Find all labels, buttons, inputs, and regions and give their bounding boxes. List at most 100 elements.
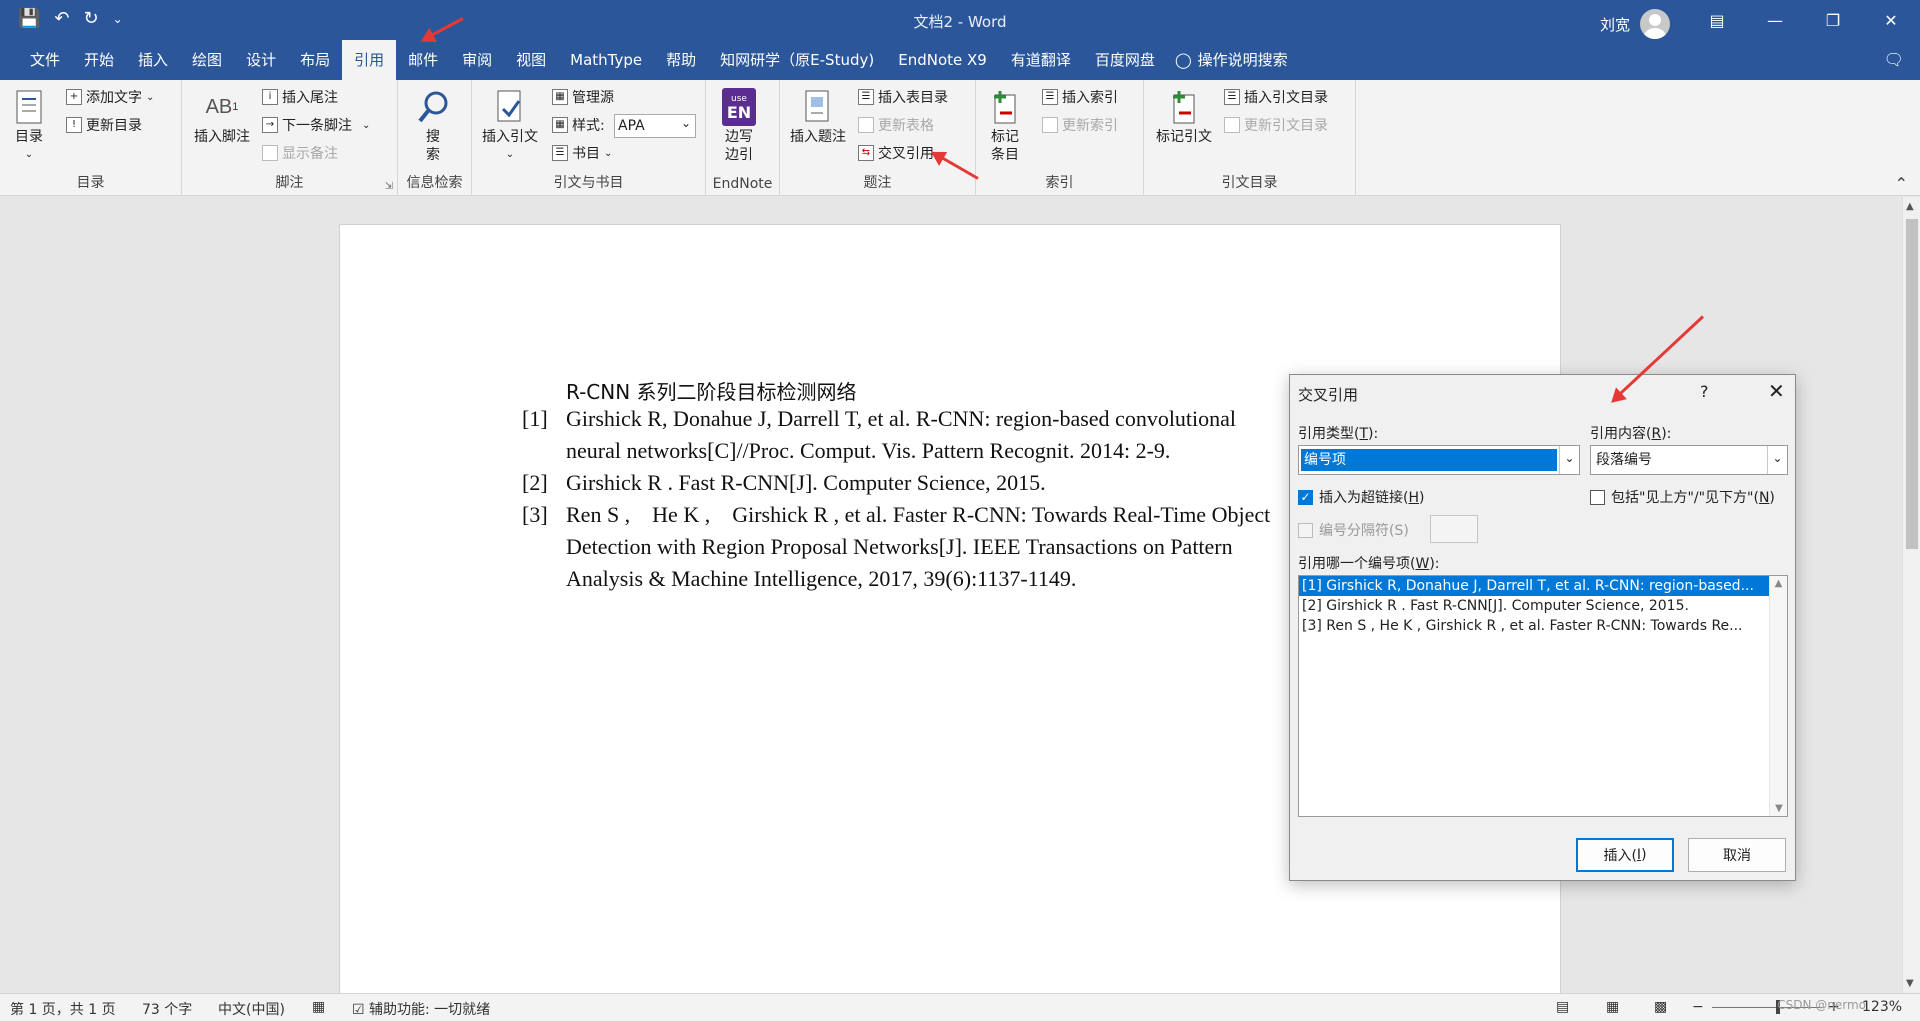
show-notes-button[interactable]: 显示备注 — [262, 142, 338, 164]
include-above-below-checkbox[interactable]: 包括"见上方"/"见下方"(N) — [1590, 487, 1775, 507]
watermark: CSDN @nermo — [1777, 998, 1866, 1012]
list-scrollbar[interactable]: ▲ ▼ — [1769, 576, 1787, 816]
dialog-close-icon[interactable]: ✕ — [1768, 379, 1785, 403]
tab-youdao[interactable]: 有道翻译 — [999, 40, 1083, 80]
insert-hyperlink-checkbox[interactable]: ✓ 插入为超链接(H) — [1298, 487, 1424, 507]
reference-type-select[interactable]: 编号项 ⌄ — [1298, 445, 1580, 475]
zoom-out-icon[interactable]: − — [1692, 999, 1704, 1015]
insert-index-button[interactable]: ☰ 插入索引 — [1042, 86, 1118, 108]
update-table-button[interactable]: 更新表格 — [858, 114, 934, 136]
tab-help[interactable]: 帮助 — [654, 40, 708, 80]
vertical-scrollbar[interactable]: ▲ ▼ — [1902, 197, 1920, 993]
status-bar: 第 1 页，共 1 页 73 个字 中文(中国) ▦ ☑ 辅助功能: 一切就绪 … — [0, 993, 1920, 1021]
insert-endnote-button[interactable]: i 插入尾注 — [262, 86, 338, 108]
close-button[interactable]: ✕ — [1862, 0, 1920, 40]
scroll-up-icon[interactable]: ▲ — [1906, 201, 1914, 212]
tell-me-search[interactable]: ◯ 操作说明搜索 — [1167, 40, 1300, 80]
accessibility-status[interactable]: ☑ 辅助功能: 一切就绪 — [352, 999, 490, 1019]
search-icon — [416, 88, 450, 126]
insert-citation-button[interactable]: 插入引文 ⌄ — [482, 88, 538, 164]
insert-toa-button[interactable]: ☰ 插入引文目录 — [1224, 86, 1328, 108]
tab-review[interactable]: 审阅 — [450, 40, 504, 80]
show-notes-icon — [262, 145, 278, 161]
add-text-button[interactable]: + 添加文字 ⌄ — [66, 86, 154, 108]
tab-mathtype[interactable]: MathType — [558, 40, 654, 80]
page-count[interactable]: 第 1 页，共 1 页 — [10, 999, 116, 1019]
scroll-up-icon[interactable]: ▲ — [1770, 578, 1787, 589]
update-index-button[interactable]: 更新索引 — [1042, 114, 1118, 136]
comments-icon[interactable]: 🗨 — [1884, 50, 1904, 69]
tab-file[interactable]: 文件 — [18, 40, 72, 80]
group-toc: 目录 ⌄ + 添加文字 ⌄ ! 更新目录 目录 — [0, 80, 182, 196]
manage-sources-icon: ▦ — [552, 89, 568, 105]
language[interactable]: 中文(中国) — [218, 999, 285, 1019]
zoom-level[interactable]: 123% — [1862, 999, 1902, 1015]
checkbox-disabled-icon — [1298, 522, 1313, 538]
update-toa-button[interactable]: 更新引文目录 — [1224, 114, 1328, 136]
cancel-button[interactable]: 取消 — [1688, 838, 1786, 872]
endnote-cwyw-button[interactable]: use EN 边写 边引 — [722, 88, 756, 164]
tab-endnote[interactable]: EndNote X9 — [886, 40, 999, 80]
separate-numbers-checkbox[interactable]: 编号分隔符(S) — [1298, 520, 1409, 540]
list-item[interactable]: [3] Ren S , He K , Girshick R , et al. F… — [1299, 616, 1771, 636]
tab-design[interactable]: 设计 — [234, 40, 288, 80]
mark-citation-button[interactable]: 标记引文 — [1156, 88, 1212, 146]
minimize-button[interactable]: — — [1746, 0, 1804, 40]
insert-button[interactable]: 插入(I) — [1576, 838, 1674, 872]
scrollbar-thumb[interactable] — [1906, 219, 1918, 549]
separator-input[interactable] — [1430, 515, 1478, 543]
user-account[interactable]: 刘宽 — [1600, 9, 1670, 39]
read-mode-icon[interactable]: ▤ — [1556, 999, 1569, 1015]
print-layout-icon[interactable]: ▦ — [1606, 999, 1619, 1015]
list-item[interactable]: [2] Girshick R . Fast R-CNN[J]. Computer… — [1299, 596, 1771, 616]
cross-reference-button[interactable]: ⇆ 交叉引用 — [858, 142, 934, 164]
tab-baidu[interactable]: 百度网盘 — [1083, 40, 1167, 80]
tab-cnki[interactable]: 知网研学（原E-Study) — [708, 40, 886, 80]
toc-button[interactable]: 目录 ⌄ — [12, 88, 46, 164]
list-item[interactable]: [1] Girshick R, Donahue J, Darrell T, et… — [1299, 576, 1771, 596]
collapse-ribbon-icon[interactable]: ⌃ — [1895, 174, 1908, 193]
bibliography-icon: ☰ — [552, 145, 568, 161]
mark-entry-button[interactable]: 标记 条目 — [988, 88, 1022, 164]
manage-sources-button[interactable]: ▦ 管理源 — [552, 86, 614, 108]
group-label-research: 信息检索 — [406, 175, 463, 191]
tab-insert[interactable]: 插入 — [126, 40, 180, 80]
which-item-label: 引用哪一个编号项(W): — [1298, 556, 1440, 572]
numbered-items-list[interactable]: [1] Girshick R, Donahue J, Darrell T, et… — [1298, 575, 1788, 817]
insert-caption-icon — [801, 88, 835, 126]
bibliography-button[interactable]: ☰ 书目 ⌄ — [552, 142, 612, 164]
group-endnote: use EN 边写 边引 EndNote — [706, 80, 780, 196]
web-layout-icon[interactable]: ▩ — [1654, 999, 1667, 1015]
insert-caption-button[interactable]: 插入题注 — [790, 88, 846, 146]
reference-content-select[interactable]: 段落编号 ⌄ — [1590, 445, 1788, 475]
tab-home[interactable]: 开始 — [72, 40, 126, 80]
endnote-icon: i — [262, 89, 278, 105]
tab-references[interactable]: 引用 — [342, 40, 397, 80]
help-button[interactable]: ? — [1700, 382, 1709, 401]
doc-caption: R-CNN 系列二阶段目标检测网络 — [566, 380, 857, 404]
tab-draw[interactable]: 绘图 — [180, 40, 234, 80]
citation-style-select[interactable]: APA — [614, 112, 696, 138]
dialog-launcher-icon[interactable]: ⇲ — [385, 181, 393, 192]
search-button[interactable]: 搜 索 — [416, 88, 450, 164]
insert-citation-icon — [493, 88, 527, 126]
avatar[interactable] — [1640, 9, 1670, 39]
update-toc-button[interactable]: ! 更新目录 — [66, 114, 142, 136]
word-count[interactable]: 73 个字 — [142, 999, 192, 1019]
tab-layout[interactable]: 布局 — [288, 40, 342, 80]
scroll-down-icon[interactable]: ▼ — [1770, 803, 1787, 814]
macro-icon[interactable]: ▦ — [312, 999, 325, 1015]
tab-view[interactable]: 视图 — [504, 40, 558, 80]
ribbon-references: 目录 ⌄ + 添加文字 ⌄ ! 更新目录 目录 AB 1 插入脚注 i 插入尾注 → 下一条… — [0, 80, 1920, 196]
ref-line: neural networks[C]//Proc. Comput. Vis. P… — [566, 438, 1171, 463]
endnote-logo-icon: use EN — [722, 88, 756, 126]
scroll-down-icon[interactable]: ▼ — [1906, 978, 1914, 989]
checkbox-checked-icon: ✓ — [1298, 489, 1313, 505]
insert-table-of-figures-button[interactable]: ☰ 插入表目录 — [858, 86, 948, 108]
insert-footnote-button[interactable]: AB 1 插入脚注 — [194, 88, 250, 146]
ribbon-display-icon[interactable]: ▤ — [1688, 0, 1746, 40]
next-footnote-button[interactable]: → 下一条脚注 ⌄ — [262, 114, 370, 136]
reference-content-value: 段落编号 — [1596, 452, 1652, 468]
restore-button[interactable]: ❐ — [1804, 0, 1862, 40]
ref-line: Girshick R . Fast R-CNN[J]. Computer Sci… — [566, 470, 1046, 495]
